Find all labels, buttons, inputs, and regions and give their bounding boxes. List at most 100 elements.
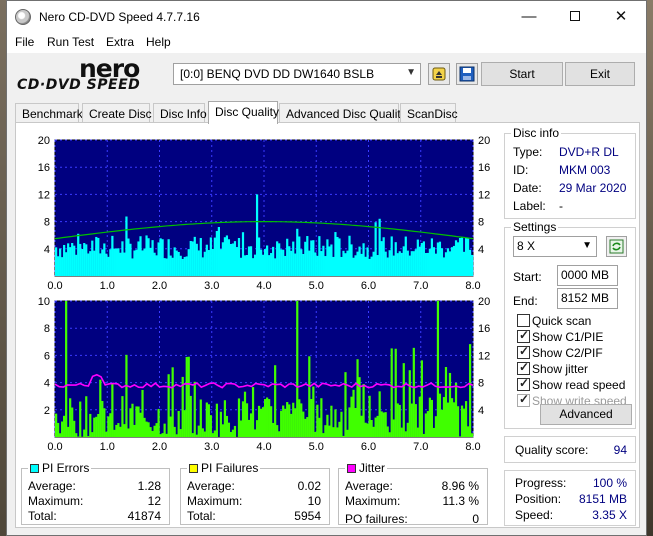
pi-errors-chart-bar	[165, 258, 168, 276]
checkbox-quick-scan[interactable]: Quick scan	[517, 314, 591, 328]
maximize-button[interactable]	[552, 1, 598, 33]
pi-errors-chart-bar	[438, 241, 442, 276]
pi-errors-chart-bar	[61, 257, 64, 276]
pi-errors-chart-bar	[348, 235, 351, 276]
pi-errors-chart-bar	[398, 251, 401, 276]
pi-errors-chart-bar	[444, 252, 448, 276]
close-button[interactable]: ✕	[598, 1, 644, 33]
end-label: End:	[513, 294, 538, 308]
start-input[interactable]: 0000 MB	[557, 265, 618, 286]
menu-run-test[interactable]: Run Test	[47, 35, 94, 49]
pi-failures-jitter-chart-bar	[304, 418, 307, 437]
pi-failures-average-label: Average:	[187, 479, 235, 493]
pi-failures-jitter-chart-bar	[270, 406, 273, 437]
pi-failures-jitter-chart-bar	[117, 423, 120, 437]
po-failures-label: PO failures:	[345, 512, 408, 526]
pi-errors-chart-bar	[179, 255, 182, 276]
pi-failures-jitter-chart-bar	[330, 405, 333, 437]
pi-errors-chart-bar	[396, 253, 399, 276]
pi-failures-jitter-chart-bar	[55, 413, 58, 437]
pi-failures-jitter-chart-bar	[336, 427, 339, 437]
pi-failures-jitter-chart-bar	[340, 411, 343, 437]
save-button[interactable]	[456, 63, 478, 85]
pi-errors-chart-bar	[466, 238, 470, 276]
pi-errors-chart-bar	[462, 251, 466, 276]
pi-failures-jitter-chart-bar	[284, 408, 287, 437]
pi-errors-chart-bar	[173, 247, 176, 276]
pi-failures-jitter-chart-bar	[163, 423, 166, 437]
pi-failures-jitter-chart-bar	[185, 356, 188, 437]
pi-errors-chart-bar	[251, 258, 255, 276]
pi-errors-chart-bar	[446, 248, 450, 276]
checkbox-show-read-speed[interactable]: Show read speed	[517, 376, 626, 392]
pi-failures-jitter-chart-bar	[93, 417, 96, 437]
exit-button[interactable]: Exit	[565, 62, 635, 86]
pi-failures-jitter-chart-bar	[255, 420, 259, 437]
pi-errors-chart-bar	[213, 237, 216, 276]
pi-errors-chart-bar	[450, 247, 454, 276]
pi-errors-chart-bar	[193, 236, 196, 276]
pi-failures-jitter-chart-bar	[209, 415, 212, 437]
pi-errors-chart-bar	[400, 252, 403, 276]
settings-title: Settings	[511, 220, 559, 234]
end-input[interactable]: 8152 MB	[557, 288, 618, 309]
pi-failures-jitter-chart-bar	[257, 405, 261, 437]
title-bar[interactable]: Nero CD-DVD Speed 4.7.7.16 — ✕	[7, 1, 646, 33]
menu-help[interactable]: Help	[146, 35, 171, 49]
pi-failures-jitter-chart-bar	[115, 424, 118, 437]
pi-errors-chart-y-right-tick-label: 16	[478, 162, 490, 174]
pi-errors-chart-bar	[139, 236, 142, 276]
jitter-maximum-label: Maximum:	[345, 494, 401, 508]
pi-errors-chart-bar	[342, 250, 345, 276]
jitter-average-value: 8.96 %	[441, 479, 479, 493]
minimize-button[interactable]: —	[506, 1, 552, 33]
checkbox-show-c1-pie[interactable]: Show C1/PIE	[517, 328, 603, 344]
pi-failures-jitter-chart-x-tick-label: 7.0	[413, 441, 428, 453]
pi-failures-jitter-chart-bar	[388, 432, 391, 437]
pi-failures-jitter-chart-bar	[107, 416, 110, 437]
pi-failures-jitter-chart-bar	[464, 401, 468, 437]
pi-errors-chart-bar	[394, 242, 397, 276]
tab-advanced-disc-quality[interactable]: Advanced Disc Quality	[279, 103, 407, 123]
checkbox-label: Show read speed	[532, 378, 626, 392]
tab-create-disc[interactable]: Create Disc	[82, 103, 152, 123]
checkbox-show-c2-pif[interactable]: Show C2/PIF	[517, 344, 603, 360]
pi-errors-chart-bar	[268, 255, 271, 276]
pi-errors-chart-bar	[223, 237, 227, 276]
pi-errors-chart-bar	[255, 194, 259, 276]
pi-failures-jitter-chart-bar	[155, 423, 158, 437]
pi-failures-jitter-chart-bar	[75, 433, 78, 437]
speed-select[interactable]: 8 X ▼	[513, 236, 597, 257]
eject-button[interactable]	[428, 63, 450, 85]
progress-value: 100 %	[592, 476, 627, 490]
pi-errors-chart-bar	[167, 239, 170, 276]
advanced-button[interactable]: Advanced	[540, 404, 632, 425]
disc-label-label: Label:	[513, 199, 546, 213]
tab-scandisc[interactable]: ScanDisc	[400, 103, 458, 123]
tab-benchmark[interactable]: Benchmark	[15, 103, 83, 123]
menu-file[interactable]: File	[15, 35, 34, 49]
pi-failures-jitter-chart-bar	[446, 402, 450, 437]
charts-area: 0.0 1.0 2.0 3.0 4.0 5.0 6.0 7.0 8.0 20 20 16 16 12 12 8…	[38, 135, 491, 453]
pi-failures-jitter-chart-bar	[334, 409, 337, 437]
pi-errors-chart-bar	[123, 252, 126, 276]
pi-errors-chart-bar	[149, 247, 152, 276]
pi-errors-chart-bar	[276, 241, 279, 276]
pi-errors-chart-bar	[392, 255, 395, 276]
pi-errors-chart-bar	[127, 238, 130, 276]
pi-failures-jitter-chart-bar	[61, 421, 64, 437]
pi-errors-chart-y-left-tick-label: 12	[38, 189, 50, 201]
checkbox-show-jitter[interactable]: Show jitter	[517, 360, 589, 376]
checkbox-label: Show jitter	[532, 362, 589, 376]
refresh-speed-button[interactable]	[606, 236, 627, 257]
pi-errors-chart-bar	[161, 239, 164, 276]
pi-failures-jitter-chart-bar	[390, 348, 393, 437]
pi-failures-jitter-chart-bar	[314, 431, 317, 437]
tab-disc-info[interactable]: Disc Info	[153, 103, 207, 123]
pi-errors-chart-bar	[137, 241, 140, 276]
tab-disc-quality[interactable]: Disc Quality	[208, 101, 279, 124]
drive-select[interactable]: [0:0] BENQ DVD DD DW1640 BSLB ▼	[173, 63, 421, 85]
start-button[interactable]: Start	[481, 62, 563, 86]
chevron-down-icon: ▼	[406, 67, 416, 78]
menu-extra[interactable]: Extra	[106, 35, 134, 49]
